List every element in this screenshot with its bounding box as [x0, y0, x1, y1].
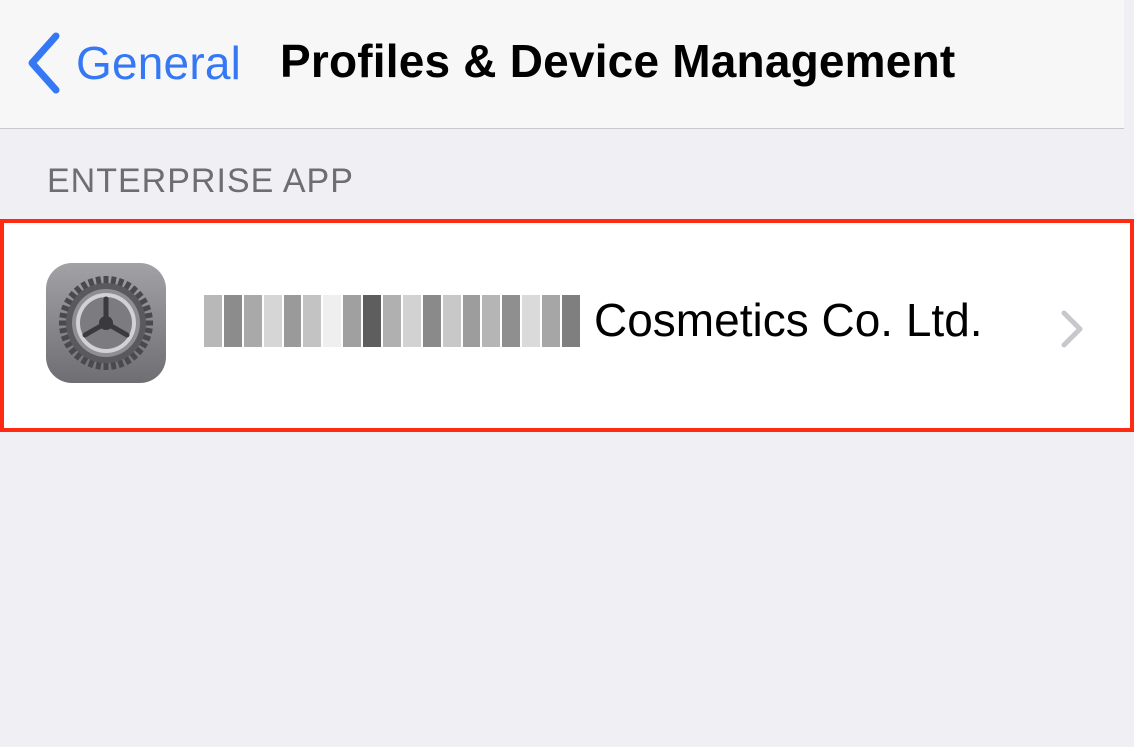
navigation-bar: General Profiles & Device Management [0, 0, 1124, 129]
redacted-text [204, 295, 580, 347]
settings-gear-icon [46, 263, 166, 383]
profile-row[interactable]: Cosmetics Co. Ltd. [4, 223, 1130, 428]
highlighted-profile-row: Cosmetics Co. Ltd. [0, 219, 1134, 432]
section-header: ENTERPRISE APP [47, 162, 354, 200]
back-button[interactable]: General [22, 30, 241, 96]
page-title: Profiles & Device Management [280, 35, 956, 87]
back-button-label: General [76, 37, 242, 89]
chevron-right-icon [1058, 309, 1086, 349]
profile-name: Cosmetics Co. Ltd. [594, 294, 983, 346]
chevron-left-icon [22, 30, 62, 96]
